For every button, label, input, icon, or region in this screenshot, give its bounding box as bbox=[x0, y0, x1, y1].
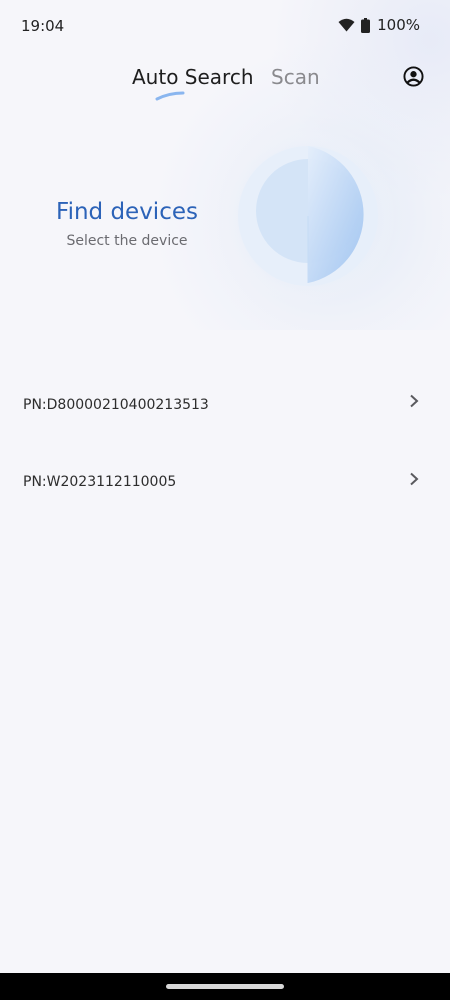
system-nav-bar bbox=[0, 973, 450, 1000]
device-list-item[interactable]: PN:W2023112110005 bbox=[0, 454, 450, 510]
chevron-right-icon bbox=[410, 394, 419, 408]
battery-icon bbox=[361, 17, 371, 33]
wifi-icon bbox=[338, 18, 355, 32]
device-label: PN:W2023112110005 bbox=[23, 474, 177, 490]
status-bar: 19:04 100% bbox=[0, 0, 450, 52]
account-circle-icon[interactable] bbox=[403, 66, 424, 87]
active-tab-indicator bbox=[155, 91, 185, 101]
status-time: 19:04 bbox=[21, 17, 65, 35]
device-label: PN:D80000210400213513 bbox=[23, 397, 209, 413]
home-gesture-handle[interactable] bbox=[166, 984, 284, 989]
battery-percent: 100% bbox=[377, 16, 420, 34]
tab-scan[interactable]: Scan bbox=[271, 65, 320, 89]
status-icons: 100% bbox=[338, 16, 420, 34]
radar-scan-icon bbox=[220, 128, 396, 304]
device-list-item[interactable]: PN:D80000210400213513 bbox=[0, 376, 450, 432]
chevron-right-icon bbox=[410, 472, 419, 486]
tab-auto-search[interactable]: Auto Search bbox=[132, 65, 254, 89]
